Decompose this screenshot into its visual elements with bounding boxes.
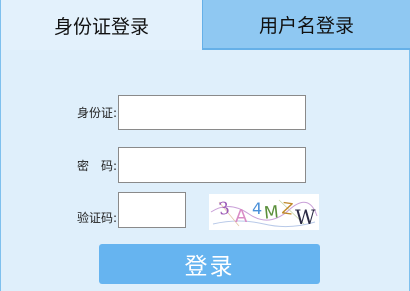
tab-id-login[interactable]: 身份证登录 <box>1 0 203 50</box>
captcha-char-3: 4 <box>252 199 262 218</box>
captcha-label: 验证码: <box>76 211 117 225</box>
captcha-char-2: A <box>235 206 248 227</box>
tab-username-login[interactable]: 用户名登录 <box>203 0 410 50</box>
captcha-input[interactable] <box>118 192 186 228</box>
password-label: 密 码: <box>76 159 117 173</box>
login-button-label: 登录 <box>184 254 235 280</box>
captcha-char-5: Z <box>281 198 295 218</box>
captcha-char-6: W <box>295 205 316 229</box>
tab-username-login-label: 用户名登录 <box>258 14 354 37</box>
login-tabs: 身份证登录 用户名登录 <box>1 0 410 50</box>
captcha-image[interactable]: 3 A 4 M Z W <box>209 194 319 230</box>
id-number-label: 身份证: <box>76 106 117 120</box>
login-button[interactable]: 登录 <box>99 244 320 284</box>
password-input[interactable] <box>118 147 306 183</box>
id-number-input[interactable] <box>118 95 306 130</box>
captcha-char-1: 3 <box>217 198 231 220</box>
tab-id-login-label: 身份证登录 <box>53 15 149 38</box>
login-panel: 身份证登录 用户名登录 身份证: 密 码: 验证码: 3 A 4 M Z W 登… <box>0 0 410 291</box>
captcha-char-4: M <box>263 202 280 223</box>
